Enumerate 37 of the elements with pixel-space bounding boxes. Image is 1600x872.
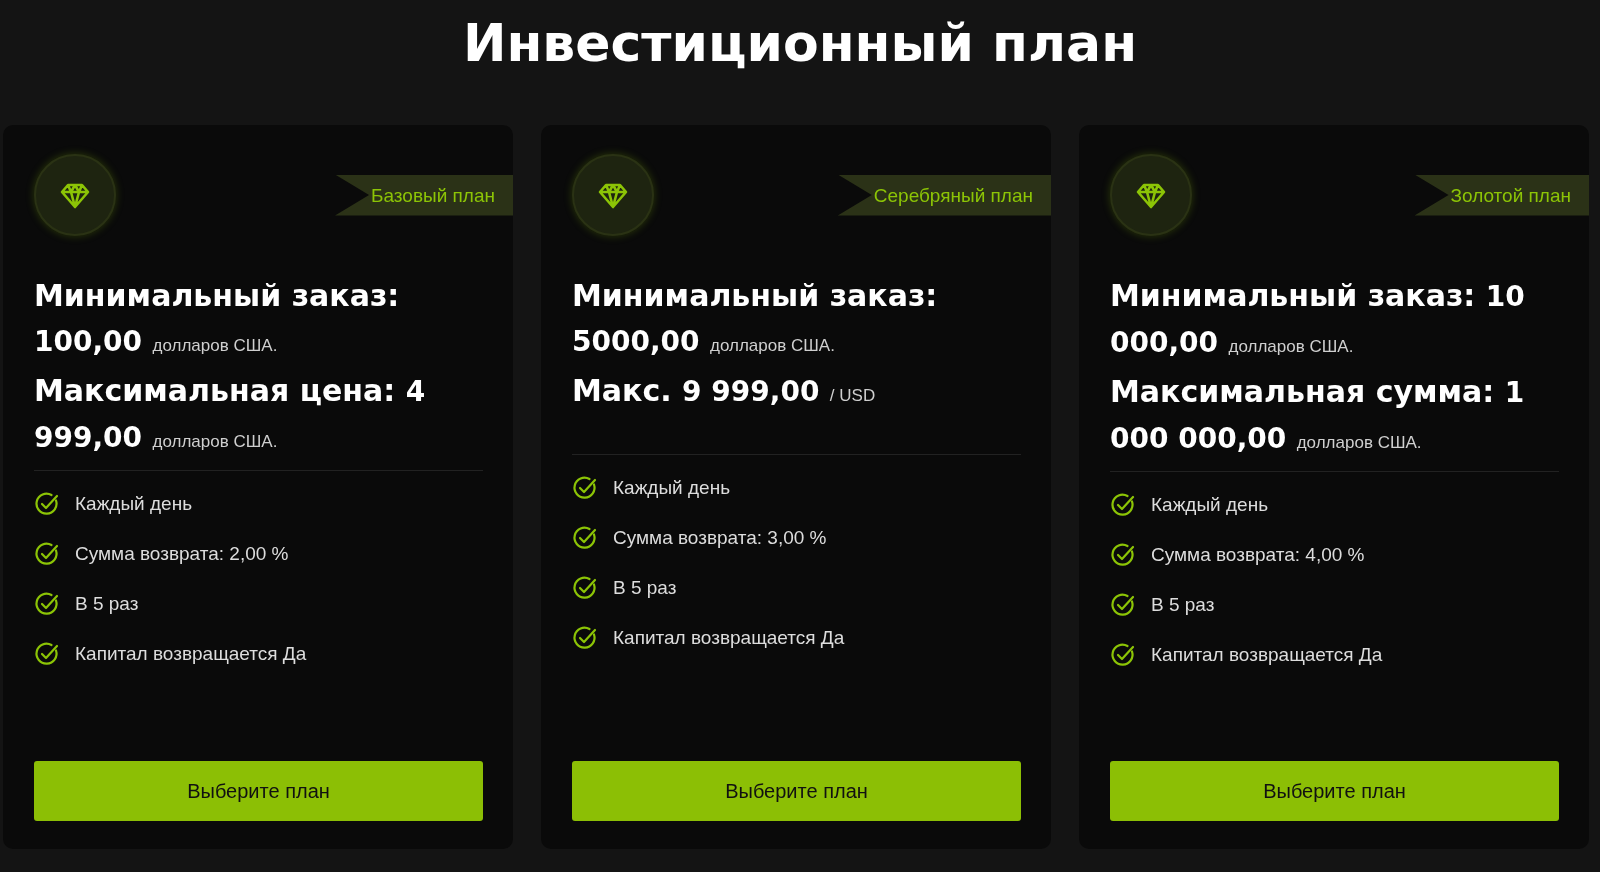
feature-text: Каждый день: [1151, 494, 1269, 516]
feature-text: Сумма возврата: 4,00 %: [1151, 544, 1365, 566]
choose-plan-button[interactable]: Выберите план: [34, 761, 483, 821]
order-term: Максимальная сумма: 1 000 000,00 долларов США.: [1110, 373, 1526, 457]
check-circle-icon: [34, 541, 60, 567]
check-circle-icon: [572, 525, 598, 551]
order-term: Максимальная цена: 4 999,00 долларов США.: [34, 372, 427, 456]
check-circle-icon: [1110, 642, 1136, 668]
check-circle-icon: [34, 591, 60, 617]
feature-text: Капитал возвращается Да: [613, 627, 845, 649]
feature-text: Сумма возврата: 2,00 %: [75, 543, 289, 565]
feature-text: Сумма возврата: 3,00 %: [613, 527, 827, 549]
choose-plan-button[interactable]: Выберите план: [1110, 761, 1559, 821]
order-term: Минимальный заказ: 5000,00 долларов США.: [572, 277, 939, 360]
check-circle-icon: [34, 641, 60, 667]
page-title: Инвестиционный план: [461, 12, 1139, 75]
plan-ribbon: Золотой план: [1414, 174, 1589, 216]
order-term: Макс. 9 999,00 / USD: [572, 372, 877, 410]
feature-text: Капитал возвращается Да: [75, 643, 307, 665]
feature-text: Каждый день: [75, 493, 193, 515]
feature-text: Каждый день: [613, 477, 731, 499]
order-term: Минимальный заказ: 10 000,00 долларов США.: [1110, 277, 1526, 361]
order-term: Минимальный заказ: 100,00 долларов США.: [34, 277, 401, 360]
check-circle-icon: [1110, 542, 1136, 568]
check-circle-icon: [572, 575, 598, 601]
check-circle-icon: [1110, 492, 1136, 518]
plan-ribbon: Серебряный план: [837, 174, 1051, 216]
check-circle-icon: [34, 491, 60, 517]
feature-text: В 5 раз: [1151, 594, 1215, 616]
feature-text: В 5 раз: [75, 593, 139, 615]
feature-text: В 5 раз: [613, 577, 677, 599]
check-circle-icon: [572, 475, 598, 501]
choose-plan-button[interactable]: Выберите план: [572, 761, 1021, 821]
check-circle-icon: [1110, 592, 1136, 618]
check-circle-icon: [572, 625, 598, 651]
feature-text: Капитал возвращается Да: [1151, 644, 1383, 666]
plan-ribbon: Базовый план: [335, 174, 513, 216]
